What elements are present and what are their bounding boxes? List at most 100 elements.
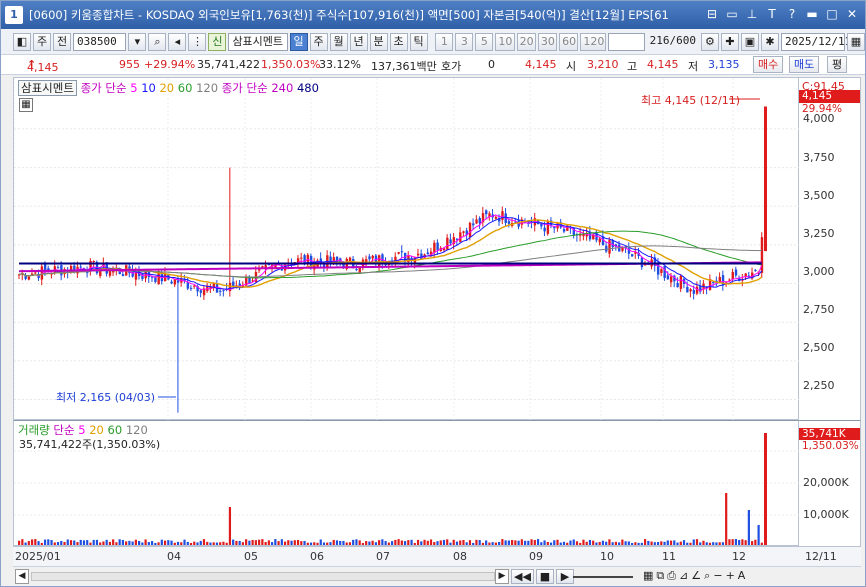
- interval-20[interactable]: 20: [516, 32, 536, 51]
- interval-60[interactable]: 60: [559, 32, 579, 51]
- candle-body: [134, 272, 138, 280]
- eval-button[interactable]: 평: [827, 56, 848, 73]
- main-toolbar: ◧ 주 전 038500 ▾ ⌕ ◂ ⋮ 신 삼표시멘트 일 주 월 년 분 초…: [1, 29, 865, 55]
- interval-10[interactable]: 10: [495, 32, 515, 51]
- tab-weekly[interactable]: 주: [309, 32, 328, 51]
- close-icon[interactable]: ✕: [845, 6, 859, 22]
- crosshair-icon[interactable]: ✚: [720, 32, 739, 51]
- maximize-icon[interactable]: □: [825, 6, 839, 22]
- font-icon[interactable]: T: [765, 6, 779, 22]
- candle-body: [86, 272, 89, 274]
- interval-3[interactable]: 3: [455, 32, 474, 51]
- volume-bar: [536, 539, 540, 545]
- volume-bar: [611, 542, 614, 545]
- volume-bar: [452, 539, 455, 545]
- zoom-in-icon[interactable]: +: [726, 569, 735, 583]
- volume-bar: [18, 540, 21, 545]
- pin-icon[interactable]: ⊥: [745, 6, 759, 22]
- tab-tick[interactable]: 틱: [409, 32, 428, 51]
- volume-bar: [721, 542, 725, 545]
- stock-code-input[interactable]: 038500: [73, 32, 127, 51]
- play-icon[interactable]: ▶: [555, 569, 574, 584]
- volume-bar: [631, 542, 634, 545]
- volume-bar: [553, 540, 556, 545]
- interval-1[interactable]: 1: [435, 32, 454, 51]
- volume-bar: [296, 539, 300, 545]
- stock-name-field[interactable]: 삼표시멘트: [228, 32, 288, 51]
- volume-bar: [760, 542, 763, 545]
- measure-icon[interactable]: ⊿: [679, 569, 688, 583]
- legend-stock-name[interactable]: 삼표시멘트: [18, 80, 77, 96]
- volume-bar: [501, 539, 504, 545]
- scroll-right-button[interactable]: ▶: [495, 569, 509, 584]
- volume-bar: [222, 541, 225, 545]
- font-size-icon[interactable]: A: [738, 569, 746, 583]
- candle-body: [472, 223, 475, 226]
- search-icon[interactable]: ⌕: [148, 32, 167, 51]
- price-chart-pane[interactable]: 삼표시멘트 종가 단순 5 10 20 60 120 종가 단순 240 480…: [13, 77, 800, 421]
- scroll-track[interactable]: [31, 572, 495, 581]
- minimize-icon[interactable]: ▬: [805, 6, 819, 22]
- dropdown-icon[interactable]: ▾: [128, 32, 147, 51]
- buy-button[interactable]: 매수: [753, 56, 784, 73]
- save-icon[interactable]: ▣: [740, 32, 759, 51]
- volume-bar: [66, 539, 69, 545]
- candle-body: [186, 282, 190, 289]
- link-icon[interactable]: ⊟: [705, 6, 719, 22]
- all-button[interactable]: 전: [53, 32, 71, 51]
- window-number: 1: [5, 6, 23, 24]
- chart-tools-icon[interactable]: ⚙: [700, 32, 719, 51]
- help-icon[interactable]: ?: [785, 6, 799, 22]
- layout-icon[interactable]: ◧: [13, 32, 31, 51]
- horizontal-scrollbar[interactable]: ◀ ▶ ◀◀ ■ ▶ ▦ ⧉ ⎙ ⊿ ∠ ⌕ − + A: [13, 566, 861, 586]
- interval-input[interactable]: [608, 32, 645, 51]
- candle-body: [754, 269, 757, 271]
- tile-icon[interactable]: ▭: [725, 6, 739, 22]
- candle-body: [368, 256, 371, 260]
- period-select[interactable]: 주: [33, 32, 51, 51]
- zoom-out-icon[interactable]: −: [713, 569, 722, 583]
- zoom-icon[interactable]: ⌕: [704, 569, 710, 583]
- grid-toggle-icon[interactable]: ▦: [19, 98, 33, 112]
- volume-bar: [212, 542, 215, 545]
- volume-bar: [569, 540, 572, 545]
- tab-yearly[interactable]: 년: [349, 32, 368, 51]
- candle-body: [176, 280, 180, 283]
- rewind-icon[interactable]: ◀◀: [511, 569, 534, 584]
- print-icon[interactable]: ⎙: [667, 569, 676, 583]
- tab-second[interactable]: 초: [389, 32, 408, 51]
- volume-bar: [455, 541, 459, 545]
- candle-body: [170, 281, 173, 284]
- interval-30[interactable]: 30: [537, 32, 558, 51]
- tab-daily[interactable]: 일: [289, 32, 308, 51]
- candle-body: [173, 279, 177, 285]
- tab-minute[interactable]: 분: [369, 32, 388, 51]
- volume-bar: [397, 539, 400, 545]
- more-icon[interactable]: ⋮: [188, 32, 207, 51]
- volume-pane[interactable]: 거래량 단순 5 20 60 120 35,741,422주(1,350.03%…: [13, 420, 800, 546]
- new-badge[interactable]: 신: [208, 32, 227, 51]
- volume-bar: [757, 525, 760, 545]
- table-icon[interactable]: ▦: [643, 569, 653, 583]
- date-input[interactable]: 2025/12/11: [780, 32, 851, 51]
- angle-icon[interactable]: ∠: [691, 569, 701, 583]
- open-label: 시: [566, 60, 577, 73]
- tab-monthly[interactable]: 월: [329, 32, 348, 51]
- interval-120[interactable]: 120: [580, 32, 607, 51]
- interval-5[interactable]: 5: [475, 32, 494, 51]
- stop-icon[interactable]: ■: [535, 569, 554, 584]
- sell-button[interactable]: 매도: [789, 56, 820, 73]
- volume-bar: [368, 541, 371, 545]
- candle-body: [734, 269, 738, 276]
- copy-icon[interactable]: ⧉: [656, 569, 664, 583]
- settings-icon[interactable]: ✱: [760, 32, 779, 51]
- volume-bar: [562, 541, 566, 545]
- hoga-label: 호가: [441, 60, 462, 73]
- volume-bar: [251, 539, 254, 545]
- calendar-icon[interactable]: ▦: [846, 32, 865, 51]
- scroll-left-button[interactable]: ◀: [15, 569, 29, 584]
- volume-bar: [485, 540, 488, 545]
- zoom-slider[interactable]: [573, 576, 633, 578]
- sound-icon[interactable]: ◂: [168, 32, 187, 51]
- volume-bar: [566, 542, 569, 545]
